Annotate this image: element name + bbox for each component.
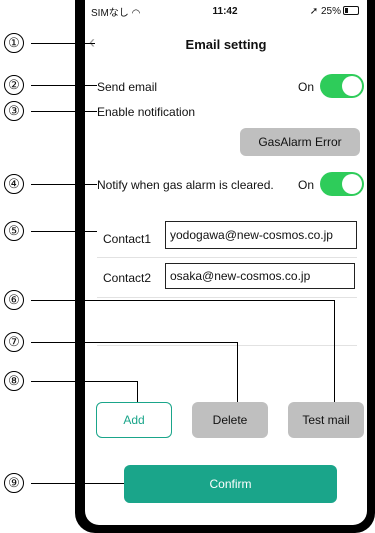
marker-6: ⑥ [4,290,24,310]
contact1-label: Contact1 [103,232,152,246]
confirm-button[interactable]: Confirm [124,465,337,503]
page-title: Email setting [185,37,267,52]
navbar: ‹ Email setting [85,28,367,58]
leader-line [31,483,124,484]
contact2-label: Contact2 [103,271,152,285]
test-mail-button[interactable]: Test mail [288,402,364,438]
divider [97,257,357,258]
leader-line [31,231,97,232]
location-icon: ➚ [309,5,319,17]
leader-line [31,85,97,86]
leader-line [31,381,138,382]
send-email-toggle[interactable] [320,74,364,98]
marker-4: ④ [4,174,24,194]
marker-1: ① [4,33,24,53]
marker-2: ② [4,75,24,95]
leader-line [31,342,238,343]
leader-line [137,381,138,402]
leader-line [31,43,95,44]
leader-line [237,342,238,402]
delete-button[interactable]: Delete [192,402,268,438]
send-email-label: Send email [97,80,158,94]
carrier-label: SIMなし ◠ [91,7,141,19]
add-button[interactable]: Add [96,402,172,438]
contact2-email-field[interactable]: osaka@new-cosmos.co.jp [165,263,355,289]
clock: 11:42 [212,5,238,17]
marker-5: ⑤ [4,221,24,241]
enable-notification-label: Enable notification [97,105,196,119]
battery-status: ➚ 25% [310,6,359,17]
marker-7: ⑦ [4,332,24,352]
gas-alarm-error-button[interactable]: GasAlarm Error [240,128,360,156]
send-email-state: On [298,80,315,94]
battery-icon [342,6,359,16]
leader-line [31,300,335,301]
contact1-email-field[interactable]: yodogawa@new-cosmos.co.jp [165,221,357,249]
notify-cleared-state: On [298,178,315,192]
leader-line [334,300,335,402]
notify-cleared-toggle[interactable] [320,172,364,196]
leader-line [31,111,97,112]
divider [97,345,357,346]
status-bar: SIMなし ◠ 11:42 ➚ 25% [91,4,359,19]
marker-9: ⑨ [4,473,24,493]
notify-cleared-label: Notify when gas alarm is cleared. [97,178,274,192]
app-screen: SIMなし ◠ 11:42 ➚ 25% ‹ Email setting Send… [85,0,367,525]
leader-line [31,184,97,185]
marker-8: ⑧ [4,371,24,391]
wifi-icon: ◠ [131,7,141,19]
divider [97,297,357,298]
marker-3: ③ [4,101,24,121]
